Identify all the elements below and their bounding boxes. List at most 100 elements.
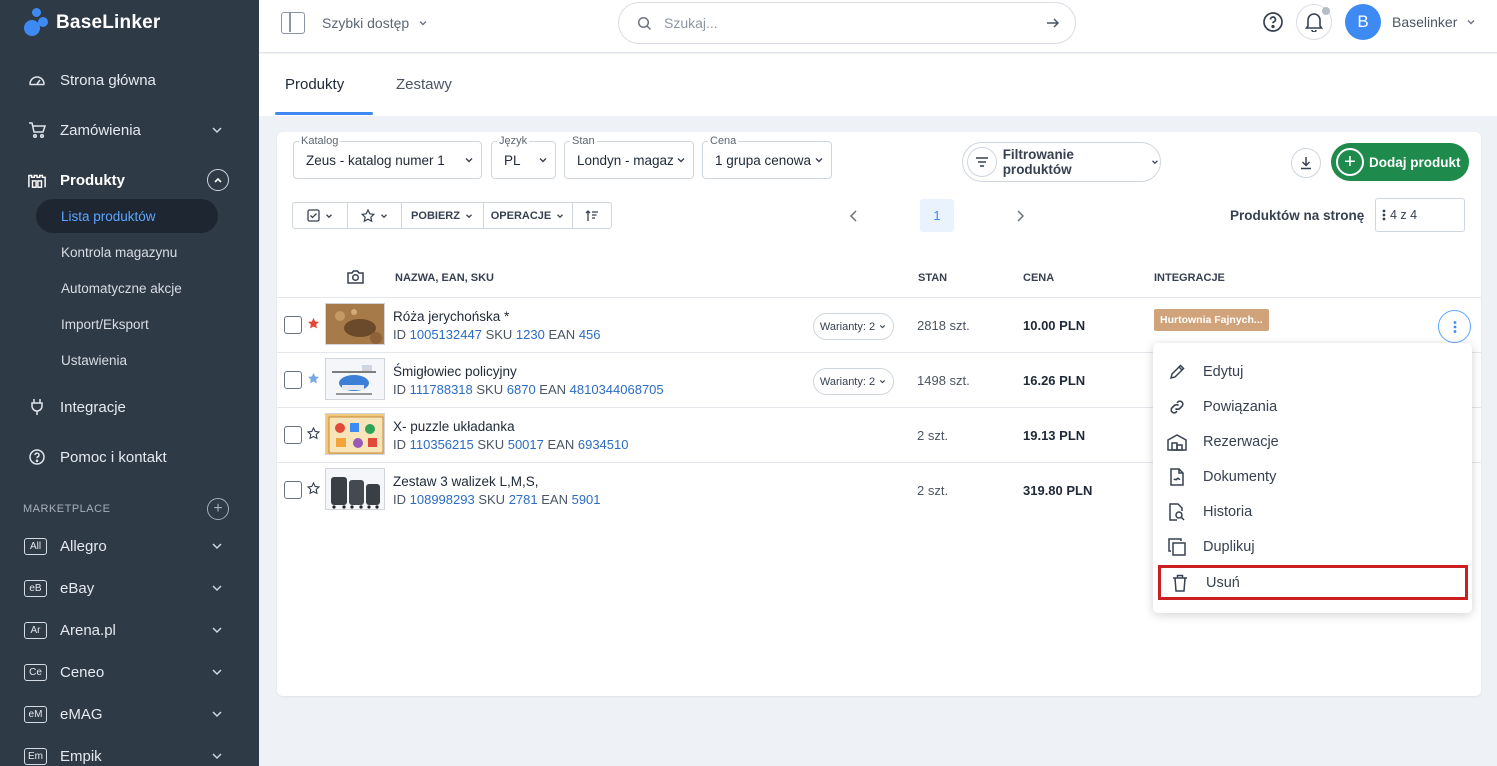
menu-item-label: Dokumenty [1203, 468, 1277, 485]
product-sku-link[interactable]: 50017 [508, 437, 544, 452]
ean-label: EAN [539, 382, 567, 397]
arrow-right-icon[interactable] [1045, 15, 1061, 31]
menu-item-delete[interactable]: Usuń [1158, 565, 1468, 600]
fetch-dropdown[interactable]: POBIERZ [402, 203, 484, 228]
menu-item-documents[interactable]: Dokumenty [1153, 459, 1472, 494]
download-button[interactable] [1291, 148, 1321, 178]
tab-products[interactable]: Produkty [285, 76, 344, 93]
stock-value[interactable]: 2 szt. [917, 483, 948, 498]
price-group-select[interactable]: Cena 1 grupa cenowa [702, 135, 832, 179]
integration-badge[interactable]: Hurtownia Fajnych... [1154, 309, 1269, 331]
nav-home-label: Strona główna [60, 71, 156, 89]
product-id-link[interactable]: 110356215 [410, 437, 474, 452]
marketplace-empik[interactable]: Em Empik [0, 739, 259, 766]
stock-select[interactable]: Stan Londyn - magaz [564, 135, 694, 179]
marketplace-ceneo[interactable]: Ce Ceneo [0, 655, 259, 689]
select-dropdown[interactable] [293, 203, 348, 228]
header-price[interactable]: CENA [1023, 272, 1054, 284]
header-name[interactable]: NAZWA, EAN, SKU [395, 272, 494, 284]
chevron-up-icon [214, 177, 222, 183]
sub-automatic-actions[interactable]: Automatyczne akcje [36, 271, 218, 305]
product-sku-link[interactable]: 2781 [509, 492, 538, 507]
product-thumbnail[interactable] [325, 468, 385, 510]
product-id-link[interactable]: 1005132447 [410, 327, 482, 342]
product-thumbnail[interactable] [325, 413, 385, 455]
sidebar-toggle-icon[interactable] [281, 12, 305, 34]
sort-button[interactable] [573, 203, 611, 228]
row-actions-button[interactable] [1438, 310, 1471, 343]
sub-import-export[interactable]: Import/Eksport [36, 307, 218, 341]
per-page-select[interactable]: 4 z 4 [1375, 198, 1465, 232]
header-stock[interactable]: STAN [918, 272, 947, 284]
stock-value[interactable]: 1498 szt. [917, 373, 970, 388]
variants-button[interactable]: Warianty: 2 [813, 313, 894, 340]
nav-home[interactable]: Strona główna [0, 62, 259, 98]
operations-dropdown[interactable]: OPERACJE [484, 203, 573, 228]
product-name[interactable]: Śmigłowiec policyjny [393, 364, 517, 379]
star-filled-icon[interactable] [307, 317, 320, 330]
collapse-toggle[interactable] [207, 169, 229, 191]
stock-value[interactable]: 2818 szt. [917, 318, 970, 333]
add-product-button[interactable]: + Dodaj produkt [1331, 143, 1469, 181]
chevron-left-icon[interactable] [849, 209, 859, 223]
star-filled-icon[interactable] [307, 372, 320, 385]
chevron-right-icon[interactable] [1015, 209, 1025, 223]
nav-help[interactable]: Pomoc i kontakt [0, 439, 259, 475]
row-checkbox[interactable] [284, 426, 302, 444]
product-name[interactable]: X- puzzle układanka [393, 419, 515, 434]
product-sku-link[interactable]: 6870 [507, 382, 536, 397]
quick-access-dropdown[interactable]: Szybki dostęp [322, 15, 429, 31]
star-outline-icon[interactable] [307, 427, 320, 440]
favorite-dropdown[interactable] [348, 203, 402, 228]
product-id-link[interactable]: 108998293 [410, 492, 475, 507]
marketplace-allegro[interactable]: All Allegro [0, 529, 259, 563]
nav-integrations[interactable]: Integracje [0, 389, 259, 425]
sub-settings[interactable]: Ustawienia [36, 343, 218, 377]
language-select[interactable]: Język PL [491, 135, 556, 179]
product-sku-link[interactable]: 1230 [516, 327, 545, 342]
marketplace-emag[interactable]: eM eMAG [0, 697, 259, 731]
row-checkbox[interactable] [284, 371, 302, 389]
sub-product-list[interactable]: Lista produktów [36, 199, 218, 233]
add-marketplace-button[interactable]: + [207, 498, 229, 520]
tab-sets[interactable]: Zestawy [396, 76, 452, 93]
product-ean-link[interactable]: 456 [579, 327, 601, 342]
avatar[interactable]: B [1345, 4, 1381, 40]
help-icon[interactable] [1262, 11, 1284, 33]
product-ean-link[interactable]: 4810344068705 [570, 382, 664, 397]
catalog-select[interactable]: Katalog Zeus - katalog numer 1 [293, 135, 482, 179]
star-outline-icon[interactable] [307, 482, 320, 495]
notifications-button[interactable] [1296, 4, 1332, 40]
product-thumbnail[interactable] [325, 358, 385, 400]
marketplace-arena[interactable]: Ar Arena.pl [0, 613, 259, 647]
price-value[interactable]: 16.26 PLN [1023, 373, 1085, 388]
marketplace-ebay[interactable]: eB eBay [0, 571, 259, 605]
menu-item-edit[interactable]: Edytuj [1153, 354, 1472, 389]
menu-item-duplicate[interactable]: Duplikuj [1153, 529, 1472, 564]
nav-products[interactable]: Produkty [0, 162, 259, 198]
menu-item-reservations[interactable]: Rezerwacje [1153, 424, 1472, 459]
product-ean-link[interactable]: 6934510 [578, 437, 629, 452]
search-input[interactable] [664, 15, 1024, 31]
menu-item-links[interactable]: Powiązania [1153, 389, 1472, 424]
nav-orders[interactable]: Zamówienia [0, 112, 259, 148]
user-menu[interactable]: Baselinker [1392, 14, 1477, 30]
filter-products-button[interactable]: Filtrowanie produktów [962, 142, 1161, 182]
product-name[interactable]: Róża jerychońska * [393, 309, 509, 324]
product-id-link[interactable]: 111788318 [410, 382, 473, 397]
stock-value[interactable]: 2 szt. [917, 428, 948, 443]
logo[interactable]: BaseLinker [24, 8, 160, 38]
row-checkbox[interactable] [284, 481, 302, 499]
variants-button[interactable]: Warianty: 2 [813, 368, 894, 395]
product-thumbnail[interactable] [325, 303, 385, 345]
current-page[interactable]: 1 [920, 199, 954, 232]
price-value[interactable]: 10.00 PLN [1023, 318, 1085, 333]
price-value[interactable]: 19.13 PLN [1023, 428, 1085, 443]
product-ean-link[interactable]: 5901 [572, 492, 601, 507]
sub-stock-control[interactable]: Kontrola magazynu [36, 235, 218, 269]
row-checkbox[interactable] [284, 316, 302, 334]
price-value[interactable]: 319.80 PLN [1023, 483, 1092, 498]
sidebar: BaseLinker Strona główna Zamówienia Prod… [0, 0, 259, 766]
product-name[interactable]: Zestaw 3 walizek L,M,S, [393, 474, 539, 489]
menu-item-history[interactable]: Historia [1153, 494, 1472, 529]
